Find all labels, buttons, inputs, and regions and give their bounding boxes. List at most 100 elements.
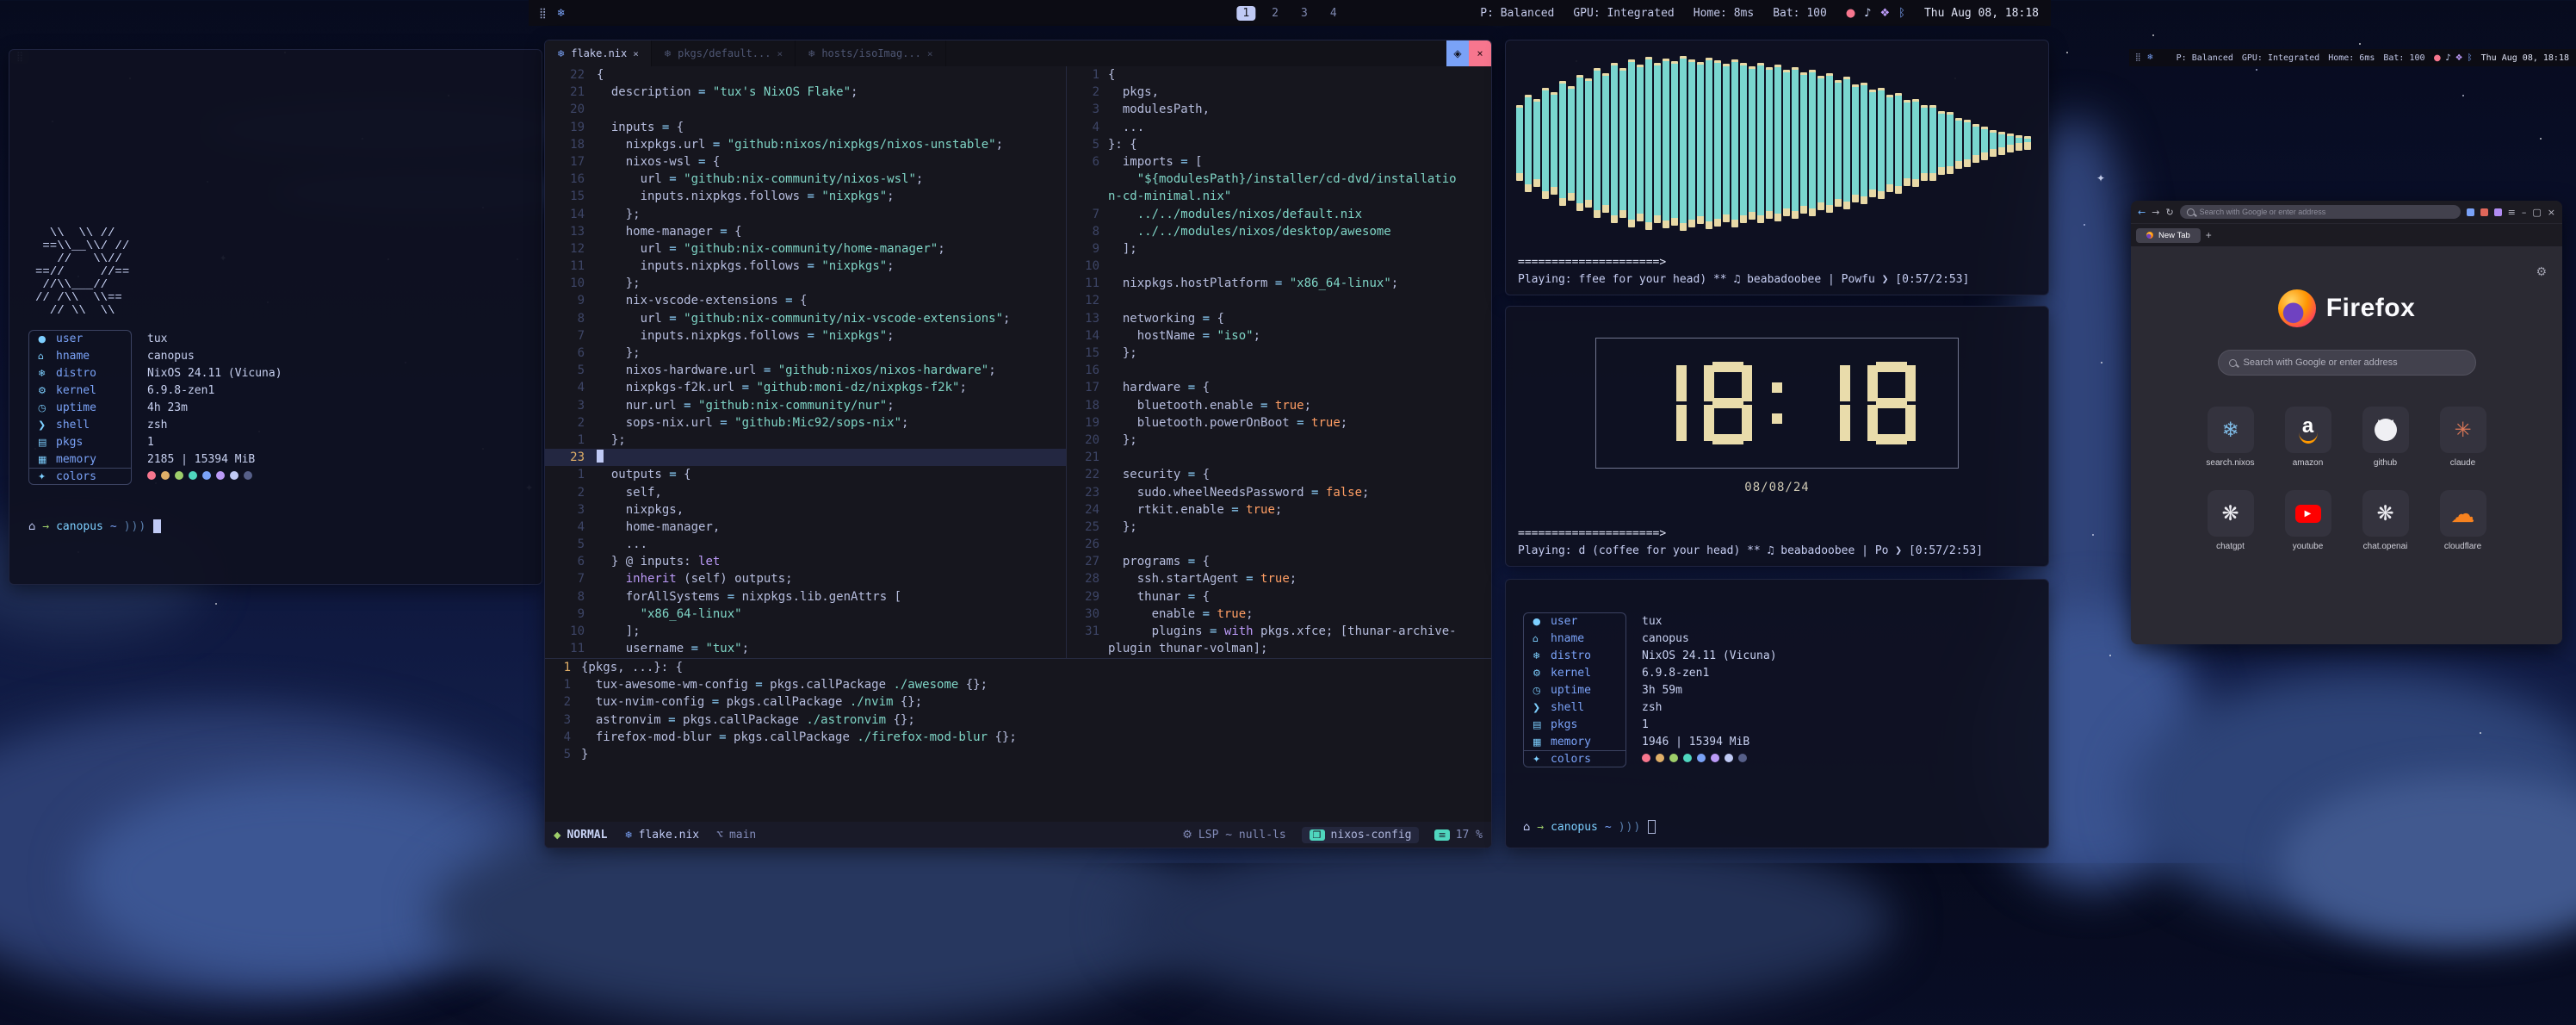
pane-flake-nix[interactable]: 22{21 description = "tux's NixOS Flake";… [545, 66, 1066, 658]
buffer-tab-hosts-isoImag-[interactable]: ❄hosts/isoImag...× [796, 40, 945, 66]
code-line[interactable]: 16 url = "github:nix-community/nixos-wsl… [545, 171, 1066, 188]
code-line[interactable]: 13 networking = { [1067, 310, 1491, 327]
bluetooth-icon[interactable]: ᛒ [2468, 53, 2473, 63]
record-icon[interactable]: ● [1846, 7, 1855, 20]
code-line[interactable]: 1 tux-awesome-wm-config = pkgs.callPacka… [545, 676, 1491, 693]
code-line[interactable]: 9 "x86_64-linux" [545, 606, 1066, 623]
shortcut-youtube[interactable]: ▶youtube [2271, 490, 2345, 551]
code-line[interactable]: 27 programs = { [1067, 553, 1491, 570]
shell-prompt[interactable]: ⌂ → canopus ~ ))) [28, 519, 523, 533]
code-line[interactable]: 18 bluetooth.enable = true; [1067, 397, 1491, 414]
code-line[interactable]: 15 }; [1067, 345, 1491, 362]
clock-widget[interactable]: Thu Aug 08, 18:18 [1924, 7, 2039, 20]
code-line[interactable]: 9 nix-vscode-extensions = { [545, 292, 1066, 309]
code-line[interactable]: 12 [1067, 292, 1491, 309]
nixos-logo-icon[interactable]: ❄ [2147, 53, 2154, 62]
code-line[interactable]: 15 inputs.nixpkgs.follows = "nixpkgs"; [545, 188, 1066, 205]
workspace-2[interactable]: 2 [1266, 6, 1285, 21]
music-icon[interactable]: ♪ [2445, 53, 2450, 63]
maximize-icon[interactable]: ▢ [2532, 207, 2541, 218]
back-icon[interactable]: ← [2138, 207, 2146, 218]
code-line[interactable]: plugin thunar-volman]; [1067, 640, 1491, 657]
code-line[interactable]: 13 home-manager = { [545, 223, 1066, 240]
shortcut-github[interactable]: github [2349, 407, 2423, 468]
pane-hosts-iso[interactable]: 1{2 pkgs,3 modulesPath,4 ...5}: {6 impor… [1066, 66, 1491, 658]
code-line[interactable]: 20 }; [1067, 432, 1491, 449]
code-line[interactable]: 20 [545, 101, 1066, 118]
code-line[interactable]: 4 firefox-mod-blur = pkgs.callPackage ./… [545, 729, 1491, 746]
menu-icon[interactable]: ⣿ [539, 7, 547, 19]
buffer-tab-flake-nix[interactable]: ❄flake.nix× [545, 40, 652, 66]
code-line[interactable]: 9 ]; [1067, 240, 1491, 258]
code-line[interactable]: 3 nur.url = "github:nix-community/nur"; [545, 397, 1066, 414]
search-input[interactable]: Search with Google or enter address [2218, 350, 2476, 376]
code-line[interactable]: 7 inherit (self) outputs; [545, 570, 1066, 587]
code-line[interactable]: 2 tux-nvim-config = pkgs.callPackage ./n… [545, 693, 1491, 711]
shortcut-cloudflare[interactable]: ☁cloudflare [2426, 490, 2500, 551]
code-line[interactable]: 6 imports = [ [1067, 153, 1491, 171]
shortcut-amazon[interactable]: aamazon [2271, 407, 2345, 468]
code-line[interactable]: 28 ssh.startAgent = true; [1067, 570, 1491, 587]
close-icon[interactable]: × [2548, 207, 2555, 218]
code-line[interactable]: 25 }; [1067, 519, 1491, 536]
code-line[interactable]: 5} [545, 746, 1491, 763]
minimize-icon[interactable]: – [2522, 207, 2527, 218]
code-line[interactable]: 21 description = "tux's NixOS Flake"; [545, 84, 1066, 101]
code-line[interactable]: 1{ [1067, 66, 1491, 84]
code-line[interactable]: 14 hostName = "iso"; [1067, 327, 1491, 345]
record-icon[interactable]: ● [2434, 53, 2442, 63]
code-line[interactable]: 18 nixpkgs.url = "github:nixos/nixpkgs/n… [545, 136, 1066, 153]
gear-icon[interactable]: ⚙ [2536, 265, 2547, 279]
buffer-close-button[interactable]: × [1469, 40, 1491, 66]
workspace-3[interactable]: 3 [1295, 6, 1314, 21]
code-line[interactable]: 11 username = "tux"; [545, 640, 1066, 657]
nixos-logo-icon[interactable]: ❄ [557, 7, 566, 19]
code-line[interactable]: 3 modulesPath, [1067, 101, 1491, 118]
code-line[interactable]: 23 sudo.wheelNeedsPassword = false; [1067, 484, 1491, 501]
code-line[interactable]: "${modulesPath}/installer/cd-dvd/install… [1067, 171, 1491, 188]
code-line[interactable]: 4 home-manager, [545, 519, 1066, 536]
code-line[interactable]: 21 [1067, 449, 1491, 466]
buffer-pick-button[interactable]: ◈ [1446, 40, 1469, 66]
reload-icon[interactable]: ↻ [2165, 207, 2173, 218]
buffer-tab-pkgs-default-[interactable]: ❄pkgs/default...× [652, 40, 796, 66]
code-line[interactable]: 11 inputs.nixpkgs.follows = "nixpkgs"; [545, 258, 1066, 275]
code-line[interactable]: 10 }; [545, 275, 1066, 292]
extension-icon[interactable] [2494, 208, 2502, 216]
code-line[interactable]: 11 nixpkgs.hostPlatform = "x86_64-linux"… [1067, 275, 1491, 292]
close-icon[interactable]: × [633, 48, 639, 59]
code-line[interactable]: 2 self, [545, 484, 1066, 501]
code-line[interactable]: 24 rtkit.enable = true; [1067, 501, 1491, 519]
code-line[interactable]: 14 }; [545, 206, 1066, 223]
code-line[interactable]: 17 hardware = { [1067, 379, 1491, 396]
workspace-4[interactable]: 4 [1324, 6, 1343, 21]
shield-icon[interactable]: ❖ [2455, 53, 2463, 63]
code-line[interactable]: 23 [545, 449, 1066, 466]
code-line[interactable]: 26 [1067, 536, 1491, 553]
pane-pkgs-default[interactable]: 1{pkgs, ...}: {1 tux-awesome-wm-config =… [545, 658, 1491, 822]
close-icon[interactable]: × [777, 48, 783, 59]
address-bar[interactable]: Search with Google or enter address [2180, 205, 2461, 219]
shortcut-claude[interactable]: ✳claude [2426, 407, 2500, 468]
code-line[interactable]: 6 } @ inputs: let [545, 553, 1066, 570]
code-line[interactable]: 6 }; [545, 345, 1066, 362]
code-line[interactable]: 2 pkgs, [1067, 84, 1491, 101]
code-line[interactable]: 5 ... [545, 536, 1066, 553]
shortcut-chatgpt[interactable]: ❋chatgpt [2194, 490, 2268, 551]
code-line[interactable]: 8 ../../modules/nixos/desktop/awesome [1067, 223, 1491, 240]
forward-icon[interactable]: → [2152, 207, 2159, 218]
code-line[interactable]: 1 }; [545, 432, 1066, 449]
code-line[interactable]: 8 url = "github:nix-community/nix-vscode… [545, 310, 1066, 327]
extension-icon[interactable] [2467, 208, 2474, 216]
code-line[interactable]: 8 forAllSystems = nixpkgs.lib.genAttrs [ [545, 588, 1066, 606]
code-line[interactable]: 10 ]; [545, 623, 1066, 640]
code-line[interactable]: n-cd-minimal.nix" [1067, 188, 1491, 205]
code-line[interactable]: 30 enable = true; [1067, 606, 1491, 623]
music-icon[interactable]: ♪ [1864, 7, 1871, 20]
code-line[interactable]: 3 astronvim = pkgs.callPackage ./astronv… [545, 711, 1491, 729]
code-line[interactable]: 19 inputs = { [545, 119, 1066, 136]
code-line[interactable]: 7 ../../modules/nixos/default.nix [1067, 206, 1491, 223]
code-line[interactable]: 4 nixpkgs-f2k.url = "github:moni-dz/nixp… [545, 379, 1066, 396]
code-line[interactable]: 31 plugins = with pkgs.xfce; [thunar-arc… [1067, 623, 1491, 640]
hamburger-menu-icon[interactable]: ≡ [2508, 207, 2516, 218]
